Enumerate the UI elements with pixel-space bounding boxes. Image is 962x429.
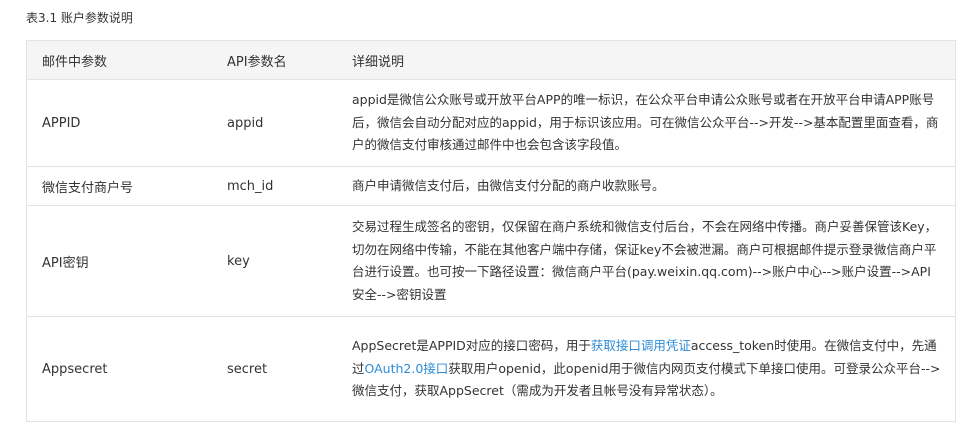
table-caption: 表3.1 账户参数说明	[26, 11, 133, 25]
cell-detail: AppSecret是APPID对应的接口密码，用于获取接口调用凭证access_…	[337, 317, 955, 422]
table-header-row: 邮件中参数 API参数名 详细说明	[27, 41, 955, 80]
get-access-token-link[interactable]: 获取接口调用凭证	[591, 338, 691, 353]
cell-detail: appid是微信公众账号或开放平台APP的唯一标识，在公众平台申请公众账号或者在…	[337, 79, 955, 167]
header-param: 邮件中参数	[27, 41, 212, 80]
params-table: 邮件中参数 API参数名 详细说明 APPID appid appid是微信公众…	[27, 41, 955, 421]
cell-param: APPID	[27, 79, 212, 167]
cell-api-name: mch_id	[212, 166, 337, 206]
detail-text: AppSecret是APPID对应的接口密码，用于	[352, 338, 591, 354]
cell-api-name: key	[212, 205, 337, 317]
header-detail: 详细说明	[337, 41, 955, 80]
header-api-name: API参数名	[212, 41, 337, 80]
cell-detail: 商户申请微信支付后，由微信支付分配的商户收款账号。	[337, 166, 955, 206]
table-row: APPID appid appid是微信公众账号或开放平台APP的唯一标识，在公…	[27, 79, 955, 167]
cell-param: Appsecret	[42, 361, 108, 377]
cell-api-name: appid	[212, 79, 337, 167]
table-row: API密钥 key 交易过程生成签名的密钥，仅保留在商户系统和微信支付后台，不会…	[27, 205, 955, 317]
cell-param: 微信支付商户号	[27, 166, 212, 206]
table-row: Appsecret secret AppSecret是APPID对应的接口密码，…	[27, 317, 955, 422]
cell-param: API密钥	[27, 205, 212, 317]
cell-detail: 交易过程生成签名的密钥，仅保留在商户系统和微信支付后台，不会在网络中传播。商户妥…	[337, 205, 955, 317]
oauth-interface-link[interactable]: OAuth2.0接口	[365, 361, 449, 376]
table-row: 微信支付商户号 mch_id 商户申请微信支付后，由微信支付分配的商户收款账号。	[27, 166, 955, 206]
cell-api-name: secret	[227, 361, 268, 377]
account-params-table: 邮件中参数 API参数名 详细说明 APPID appid appid是微信公众…	[26, 40, 956, 422]
